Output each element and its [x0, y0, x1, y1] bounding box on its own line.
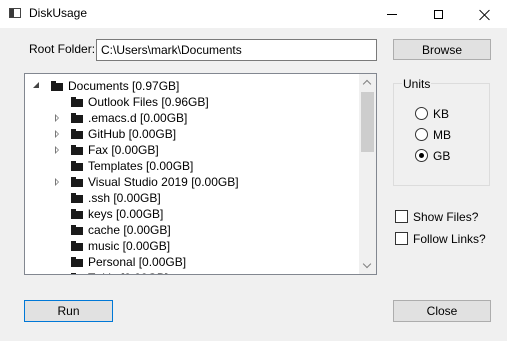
- radio-mb-label: MB: [433, 128, 451, 142]
- window-title: DiskUsage: [29, 6, 88, 20]
- tree-item[interactable]: GitHub [0.00GB]: [25, 126, 361, 142]
- maximize-icon: [433, 9, 443, 19]
- folder-icon: [71, 113, 83, 123]
- tree-item[interactable]: Outlook Files [0.96GB]: [25, 94, 361, 110]
- tree-item-label: Documents [0.97GB]: [68, 79, 180, 93]
- folder-icon: [71, 225, 83, 235]
- tree-item[interactable]: Templates [0.00GB]: [25, 158, 361, 174]
- tree-item-label: Tr kl t [0.00GB]: [88, 271, 168, 274]
- tree-item[interactable]: keys [0.00GB]: [25, 206, 361, 222]
- folder-icon: [71, 209, 83, 219]
- tree-item-label: music [0.00GB]: [88, 239, 171, 253]
- folder-icon: [71, 257, 83, 267]
- tree-item-label: cache [0.00GB]: [88, 223, 171, 237]
- run-button-label: Run: [57, 304, 80, 318]
- folder-icon: [71, 193, 83, 203]
- tree-item-label: Visual Studio 2019 [0.00GB]: [88, 175, 239, 189]
- run-button[interactable]: Run: [24, 300, 113, 322]
- folder-tree[interactable]: Tr kl t [0.00GB] Personal [0.00GB] music […: [24, 73, 377, 275]
- app-window-icon: [9, 8, 21, 18]
- show-files-checkbox[interactable]: [395, 210, 408, 223]
- tree-scrollbar[interactable]: [359, 74, 376, 274]
- tree-item[interactable]: .ssh [0.00GB]: [25, 190, 361, 206]
- folder-icon: [71, 129, 83, 139]
- tree-item[interactable]: Documents [0.97GB]: [25, 78, 361, 94]
- title-bar: DiskUsage: [0, 0, 507, 28]
- folder-icon: [71, 161, 83, 171]
- tree-item-label: Personal [0.00GB]: [88, 255, 187, 269]
- radio-mb-button[interactable]: [415, 128, 428, 141]
- browse-button-label: Browse: [421, 42, 462, 57]
- tree-item-label: Outlook Files [0.96GB]: [88, 95, 209, 109]
- folder-icon: [71, 241, 83, 251]
- tree-item[interactable]: .emacs.d [0.00GB]: [25, 110, 361, 126]
- scroll-down-arrow-icon[interactable]: [359, 257, 376, 274]
- radio-kb-button[interactable]: [415, 107, 428, 120]
- radio-gb-button[interactable]: [415, 149, 428, 162]
- root-folder-input[interactable]: C:\Users\mark\Documents: [96, 39, 377, 61]
- close-button-label: Close: [426, 304, 458, 318]
- tree-item-label: GitHub [0.00GB]: [88, 127, 177, 141]
- tree-item-label: .emacs.d [0.00GB]: [88, 111, 188, 125]
- close-icon: [479, 9, 490, 20]
- window-close-button[interactable]: [461, 0, 507, 28]
- collapsed-arrow-icon[interactable]: [52, 145, 62, 155]
- scroll-up-arrow-icon[interactable]: [359, 74, 376, 91]
- folder-icon: [71, 97, 83, 107]
- tree-item[interactable]: Tr kl t [0.00GB]: [25, 270, 361, 274]
- show-files-label: Show Files?: [413, 210, 479, 224]
- close-button[interactable]: Close: [393, 300, 491, 322]
- tree-item-label: keys [0.00GB]: [88, 207, 164, 221]
- minimize-button[interactable]: [369, 0, 415, 28]
- folder-icon: [71, 145, 83, 155]
- maximize-button[interactable]: [415, 0, 461, 28]
- minimize-icon: [387, 13, 397, 15]
- folder-icon: [71, 177, 83, 187]
- tree-item-label: .ssh [0.00GB]: [88, 191, 161, 205]
- radio-kb-label: KB: [433, 107, 450, 121]
- tree-item[interactable]: Visual Studio 2019 [0.00GB]: [25, 174, 361, 190]
- tree-item[interactable]: Personal [0.00GB]: [25, 254, 361, 270]
- root-folder-label: Root Folder:: [29, 42, 96, 56]
- follow-links-checkbox[interactable]: [395, 232, 408, 245]
- radio-gb-label: GB: [433, 149, 451, 163]
- scroll-thumb[interactable]: [361, 92, 374, 152]
- tree-item-label: Fax [0.00GB]: [88, 143, 159, 157]
- expanded-arrow-icon[interactable]: [32, 81, 42, 91]
- tree-item-label: Templates [0.00GB]: [88, 159, 194, 173]
- folder-icon: [51, 81, 63, 91]
- follow-links-label: Follow Links?: [413, 232, 486, 246]
- collapsed-arrow-icon[interactable]: [52, 129, 62, 139]
- tree-item[interactable]: Fax [0.00GB]: [25, 142, 361, 158]
- collapsed-arrow-icon[interactable]: [52, 113, 62, 123]
- folder-icon: [71, 273, 83, 274]
- tree-item[interactable]: cache [0.00GB]: [25, 222, 361, 238]
- units-group-label: Units: [402, 77, 432, 91]
- collapsed-arrow-icon[interactable]: [52, 177, 62, 187]
- browse-button[interactable]: Browse: [393, 39, 491, 60]
- tree-item[interactable]: music [0.00GB]: [25, 238, 361, 254]
